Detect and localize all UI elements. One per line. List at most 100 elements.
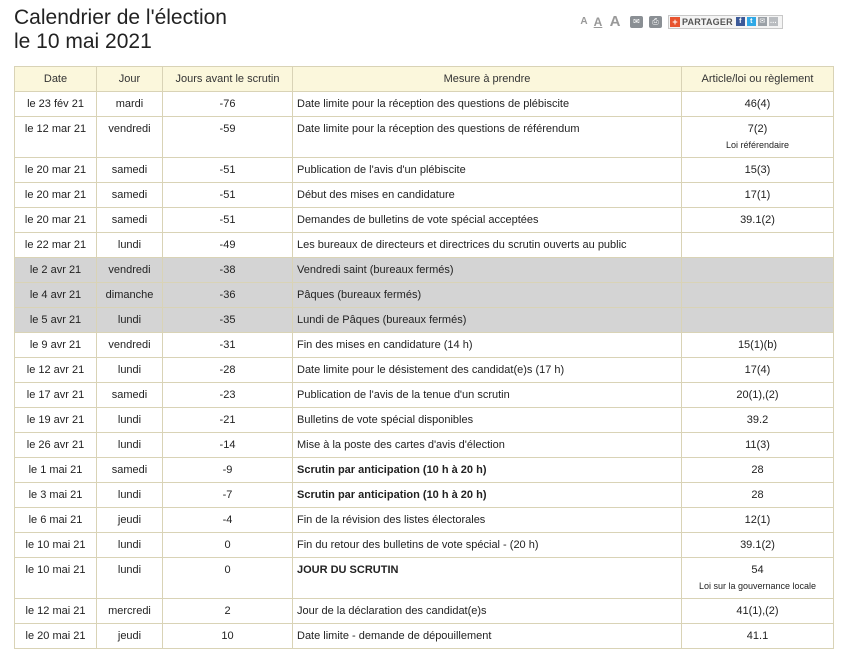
cell-day: vendredi: [96, 116, 163, 158]
cell-date-text: le 12 mai 21: [25, 605, 86, 617]
cell-day-text: jeudi: [117, 514, 142, 526]
cell-article-note: Loi sur la gouvernance locale: [698, 581, 817, 591]
table-row: le 20 mai 21 jeudi 10 Date limite - demande…: [14, 623, 834, 649]
cell-article-note: Loi référendaire: [725, 140, 790, 150]
cell-date: le 10 mai 21: [14, 557, 97, 599]
cell-days-before: -38: [162, 257, 293, 283]
facebook-icon[interactable]: f: [735, 17, 745, 26]
header-measure: Mesure à prendre: [292, 66, 682, 92]
cell-days-before: 2: [162, 598, 293, 624]
cell-article-text: 39.2: [746, 414, 769, 426]
cell-day-text: mercredi: [108, 605, 151, 617]
cell-days-before-text: -38: [219, 264, 236, 276]
cell-measure-text: Bulletins de vote spécial disponibles: [297, 414, 474, 426]
cell-article: [681, 282, 834, 308]
cell-date: le 10 mai 21: [14, 532, 97, 558]
table-row: le 9 avr 21 vendredi -31 Fin des mises en c…: [14, 332, 834, 358]
cell-measure: Date limite pour le désistement des cand…: [292, 357, 682, 383]
table-row: le 12 mai 21 mercredi 2 Jour de la déclarat…: [14, 598, 834, 624]
cell-measure-text: Vendredi saint (bureaux fermés): [297, 264, 454, 276]
font-size-small-button[interactable]: A: [578, 16, 590, 27]
header-date: Date: [14, 66, 97, 92]
cell-days-before-text: -14: [219, 439, 236, 451]
cell-date: le 20 mar 21: [14, 182, 97, 208]
cell-days-before: -21: [162, 407, 293, 433]
cell-days-before-text: 0: [224, 539, 231, 551]
cell-measure: Fin du retour des bulletins de vote spéc…: [292, 532, 682, 558]
cell-date-text: le 26 avr 21: [26, 439, 85, 451]
cell-measure-text: Fin de la révision des listes électorale…: [297, 514, 486, 526]
cell-day: lundi: [96, 407, 163, 433]
cell-days-before: -23: [162, 382, 293, 408]
cell-day-text: lundi: [117, 364, 142, 376]
cell-day-text: samedi: [111, 389, 148, 401]
cell-measure-text: Les bureaux de directeurs et directrices…: [297, 239, 627, 251]
cell-day-text: vendredi: [108, 339, 151, 351]
cell-date: le 12 avr 21: [14, 357, 97, 383]
cell-day: samedi: [96, 182, 163, 208]
cell-measure: Bulletins de vote spécial disponibles: [292, 407, 682, 433]
cell-article-text: 41.1: [746, 630, 769, 642]
email-icon[interactable]: ✉: [630, 15, 643, 28]
cell-measure: Fin des mises en candidature (14 h): [292, 332, 682, 358]
font-size-large-button[interactable]: A: [606, 13, 624, 30]
cell-date: le 4 avr 21: [14, 282, 97, 308]
cell-measure: Publication de l'avis d'un plébiscite: [292, 157, 682, 183]
cell-measure-text: Scrutin par anticipation (10 h à 20 h): [297, 489, 487, 501]
cell-days-before: -59: [162, 116, 293, 158]
cell-days-before-text: -31: [219, 339, 236, 351]
share-plus-icon: +: [670, 16, 680, 27]
cell-day: jeudi: [96, 507, 163, 533]
cell-days-before: -4: [162, 507, 293, 533]
table-row: le 3 mai 21 lundi -7 Scrutin par anticipati…: [14, 482, 834, 508]
twitter-icon[interactable]: t: [746, 17, 756, 26]
cell-day-text: lundi: [117, 489, 142, 501]
cell-measure: Scrutin par anticipation (10 h à 20 h): [292, 457, 682, 483]
cell-days-before-text: 0: [224, 564, 231, 576]
cell-article: [681, 307, 834, 333]
share-button[interactable]: + PARTAGER f t ✉ …: [668, 14, 783, 29]
cell-days-before: -14: [162, 432, 293, 458]
cell-day-text: samedi: [111, 189, 148, 201]
cell-days-before-text: -51: [219, 189, 236, 201]
share-label: PARTAGER: [682, 16, 733, 27]
cell-date-text: le 4 avr 21: [29, 289, 82, 301]
table-row: le 10 mai 21 lundi 0 Fin du retour des bull…: [14, 532, 834, 558]
cell-article-text: 41(1),(2): [736, 605, 779, 617]
cell-article: 7(2) Loi référendaire: [681, 116, 834, 158]
cell-article-text: [682, 308, 833, 314]
cell-date: le 1 mai 21: [14, 457, 97, 483]
cell-article-text: 28: [751, 464, 764, 476]
share-email-icon[interactable]: ✉: [757, 17, 767, 26]
cell-measure-text: Publication de l'avis d'un plébiscite: [297, 164, 466, 176]
header-article: Article/loi ou règlement: [681, 66, 834, 92]
cell-day-text: mardi: [115, 98, 144, 110]
cell-article: 15(1)(b): [681, 332, 834, 358]
cell-day: dimanche: [96, 282, 163, 308]
cell-measure-text: Scrutin par anticipation (10 h à 20 h): [297, 464, 487, 476]
cell-day: samedi: [96, 382, 163, 408]
cell-date-text: le 10 mai 21: [25, 539, 86, 551]
cell-measure: Pâques (bureaux fermés): [292, 282, 682, 308]
cell-day: lundi: [96, 357, 163, 383]
cell-article-text: 39.1(2): [740, 539, 775, 551]
cell-date-text: le 23 fév 21: [27, 98, 84, 110]
cell-article: 46(4): [681, 91, 834, 117]
cell-day: jeudi: [96, 623, 163, 649]
header-day: Jour: [96, 66, 163, 92]
cell-date-text: le 17 avr 21: [26, 389, 85, 401]
table-row: le 26 avr 21 lundi -14 Mise à la poste des …: [14, 432, 834, 458]
print-icon[interactable]: ⎙: [649, 15, 662, 28]
font-size-medium-button[interactable]: A: [590, 15, 606, 29]
more-share-icon[interactable]: …: [768, 17, 778, 26]
cell-measure-text: Demandes de bulletins de vote spécial ac…: [297, 214, 539, 226]
cell-measure: JOUR DU SCRUTIN: [292, 557, 682, 599]
cell-measure-text: Pâques (bureaux fermés): [297, 289, 422, 301]
cell-days-before-text: -51: [219, 214, 236, 226]
cell-days-before-text: -76: [219, 98, 236, 110]
cell-measure: Scrutin par anticipation (10 h à 20 h): [292, 482, 682, 508]
cell-day-text: vendredi: [108, 264, 151, 276]
cell-article-text: 39.1(2): [740, 214, 775, 226]
cell-article: 39.1(2): [681, 532, 834, 558]
cell-measure: Date limite - demande de dépouillement: [292, 623, 682, 649]
